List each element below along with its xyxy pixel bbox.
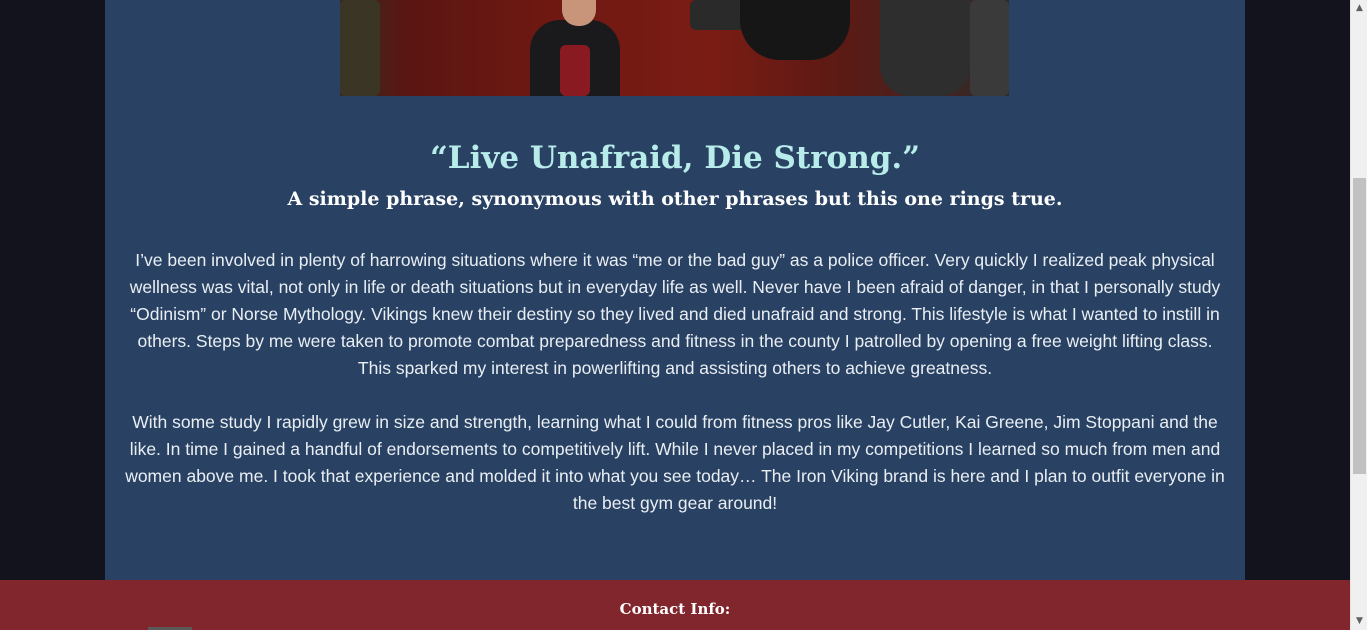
- scroll-down-arrow-icon[interactable]: ▼: [1351, 613, 1367, 630]
- photo-figure: [340, 0, 380, 96]
- about-content-panel: “Live Unafraid, Die Strong.” A simple ph…: [105, 0, 1245, 580]
- quote-title: “Live Unafraid, Die Strong.”: [429, 140, 921, 176]
- hero-photo: [340, 0, 1009, 96]
- scrollbar-thumb[interactable]: [1353, 178, 1366, 474]
- about-paragraph-1: I’ve been involved in plenty of harrowin…: [129, 250, 1221, 378]
- photo-figure: [740, 0, 850, 60]
- footer: Contact Info:: [0, 580, 1350, 630]
- scroll-up-arrow-icon[interactable]: ▲: [1351, 0, 1367, 17]
- page-viewport: “Live Unafraid, Die Strong.” A simple ph…: [0, 0, 1350, 630]
- photo-figure: [970, 0, 1009, 96]
- photo-figure: [880, 0, 970, 96]
- page-scrollbar[interactable]: ▲ ▼: [1350, 0, 1367, 630]
- photo-figure-shirt: [560, 45, 590, 96]
- quote-subtitle: A simple phrase, synonymous with other p…: [287, 188, 1063, 210]
- about-paragraph-2: With some study I rapidly grew in size a…: [125, 412, 1225, 513]
- contact-info-heading: Contact Info:: [619, 600, 731, 618]
